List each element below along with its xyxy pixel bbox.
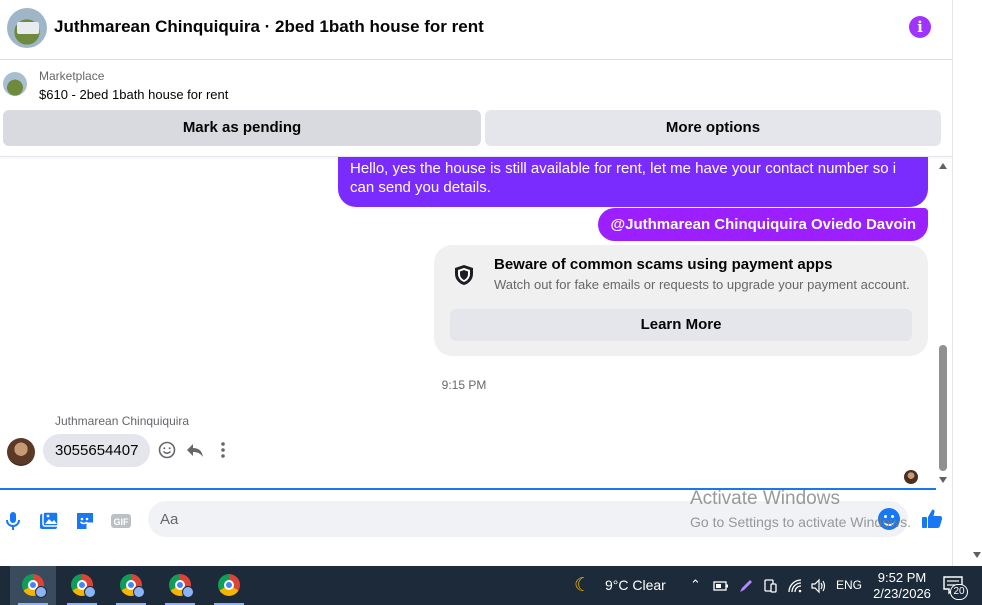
mark-as-pending-button[interactable]: Mark as pending: [3, 110, 481, 146]
message-timestamp: 9:15 PM: [441, 378, 487, 392]
language-indicator[interactable]: ENG: [836, 578, 862, 592]
marketplace-label: Marketplace: [39, 69, 105, 83]
taskbar-chrome-1[interactable]: [10, 566, 56, 605]
sticker-icon[interactable]: [74, 510, 96, 532]
notification-count-badge: 20: [950, 584, 968, 600]
photo-icon[interactable]: [38, 510, 60, 532]
moon-icon[interactable]: ☾: [574, 574, 591, 597]
page-scrollbar[interactable]: [952, 0, 982, 566]
shield-icon: [455, 265, 473, 285]
info-icon[interactable]: i: [909, 16, 931, 38]
volume-icon[interactable]: [810, 578, 827, 594]
more-options-button[interactable]: More options: [485, 110, 941, 146]
scroll-up-arrow[interactable]: [939, 163, 947, 169]
scam-warning-title: Beware of common scams using payment app…: [494, 256, 833, 273]
gif-icon[interactable]: GIF: [110, 510, 132, 532]
scroll-down-arrow[interactable]: [939, 477, 947, 483]
sender-avatar[interactable]: [7, 438, 35, 466]
message-input[interactable]: [148, 501, 848, 537]
reply-icon[interactable]: [185, 440, 205, 460]
scam-warning-card: Beware of common scams using payment app…: [434, 245, 928, 356]
battery-icon[interactable]: [713, 579, 729, 593]
page-scroll-down-arrow[interactable]: [973, 552, 981, 558]
scroll-thumb[interactable]: [939, 345, 947, 471]
system-clock[interactable]: 9:52 PM 2/23/2026: [868, 570, 936, 602]
chrome-icon: [218, 574, 240, 596]
device-icon[interactable]: [762, 578, 778, 594]
taskbar-chrome-4[interactable]: [157, 566, 203, 605]
windows-taskbar: ☾ 9°C Clear ⌃ ENG 9:52 PM 2/23/2026 20: [0, 566, 982, 605]
profile-badge-icon: [133, 586, 145, 598]
profile-badge-icon: [84, 586, 96, 598]
scam-warning-subtitle: Watch out for fake emails or requests to…: [494, 277, 910, 292]
outgoing-message[interactable]: Hello, yes the house is still available …: [338, 157, 928, 207]
profile-badge-icon: [35, 586, 47, 598]
profile-badge-icon: [182, 586, 194, 598]
seen-avatar: [904, 470, 918, 484]
mention-message[interactable]: @Juthmarean Chinquiquira Oviedo Davoin: [598, 208, 928, 241]
weather-status[interactable]: 9°C Clear: [605, 577, 666, 593]
react-emoji-icon[interactable]: [157, 440, 177, 460]
thumbs-up-icon[interactable]: [920, 507, 944, 531]
learn-more-button[interactable]: Learn More: [450, 309, 912, 341]
conversation-scrollbar[interactable]: [936, 157, 950, 489]
message-input-box[interactable]: [148, 501, 908, 537]
microphone-icon[interactable]: [2, 510, 24, 532]
chat-title[interactable]: Juthmarean Chinquiquira · 2bed 1bath hou…: [54, 17, 484, 37]
composer-bar: GIF: [0, 490, 952, 550]
chat-header: Juthmarean Chinquiquira · 2bed 1bath hou…: [0, 0, 952, 60]
sender-name: Juthmarean Chinquiquira: [55, 414, 190, 428]
clock-time: 9:52 PM: [877, 570, 927, 585]
emoji-icon[interactable]: [878, 508, 900, 530]
more-actions-icon[interactable]: [213, 440, 233, 460]
clock-date: 2/23/2026: [873, 586, 931, 601]
svg-text:GIF: GIF: [114, 517, 130, 527]
wifi-icon[interactable]: [787, 578, 803, 594]
conversation-area: Hello, yes the house is still available …: [0, 157, 952, 489]
listing-avatar[interactable]: [7, 8, 47, 48]
chevron-up-icon[interactable]: ⌃: [690, 577, 701, 593]
taskbar-chrome-2[interactable]: [59, 566, 105, 605]
taskbar-chrome-5[interactable]: [206, 566, 252, 605]
listing-thumbnail[interactable]: [3, 72, 27, 96]
pen-icon[interactable]: [738, 578, 754, 594]
incoming-message[interactable]: 3055654407: [43, 434, 151, 467]
messenger-window: Juthmarean Chinquiquira · 2bed 1bath hou…: [0, 0, 952, 550]
listing-title[interactable]: $610 - 2bed 1bath house for rent: [39, 87, 228, 102]
taskbar-chrome-3[interactable]: [108, 566, 154, 605]
